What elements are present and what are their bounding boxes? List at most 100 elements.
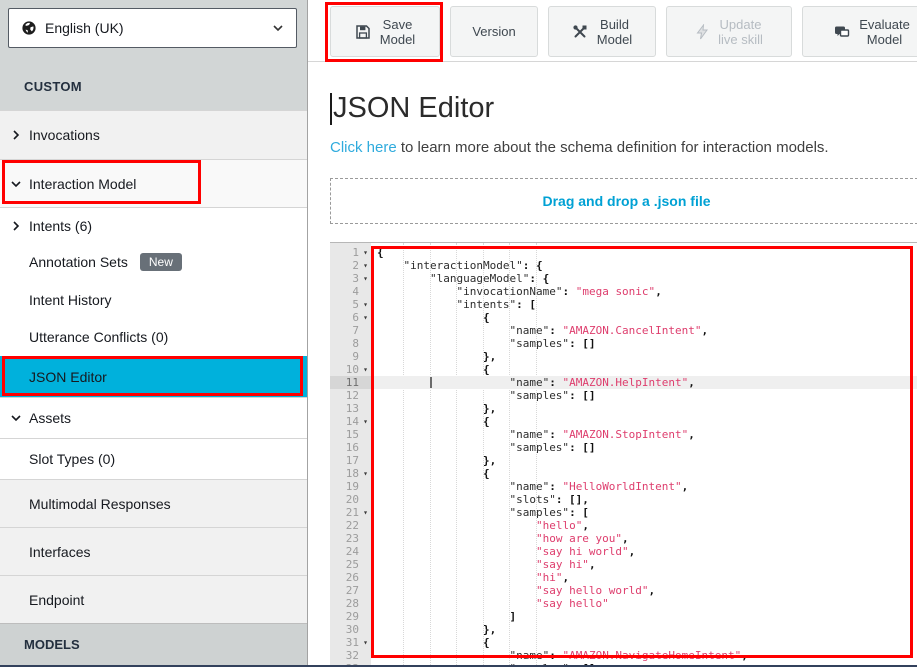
code-line[interactable]: "samples": []: [371, 337, 917, 350]
code-line[interactable]: "name": "AMAZON.NavigateHomeIntent",: [371, 649, 917, 662]
sidebar-item-endpoint[interactable]: Endpoint: [0, 575, 307, 623]
sidebar-item-label: Slot Types (0): [29, 451, 115, 467]
sidebar-item-interaction-model[interactable]: Interaction Model: [0, 159, 307, 207]
sidebar-item-intent-history[interactable]: Intent History: [0, 281, 307, 318]
editor-code[interactable]: { "interactionModel": { "languageModel":…: [371, 243, 917, 667]
code-line[interactable]: "say hello": [371, 597, 917, 610]
code-line[interactable]: "how are you",: [371, 532, 917, 545]
editor-gutter[interactable]: 1▾2▾3▾45▾6▾78910▾11121314▾15161718▾19202…: [330, 243, 371, 667]
dropzone-label: Drag and drop a .json file: [542, 193, 710, 209]
gutter-cell[interactable]: 4: [330, 285, 371, 298]
code-line[interactable]: "say hi",: [371, 558, 917, 571]
code-line[interactable]: "name": "AMAZON.HelpIntent",: [371, 376, 917, 389]
code-line[interactable]: {: [371, 311, 917, 324]
sidebar-item-multimodal-responses[interactable]: Multimodal Responses: [0, 479, 307, 527]
code-line[interactable]: },: [371, 350, 917, 363]
language-selector[interactable]: English (UK): [8, 8, 297, 48]
gutter-cell[interactable]: 6▾: [330, 311, 371, 324]
fold-arrow-icon[interactable]: ▾: [360, 415, 371, 428]
code-line[interactable]: "say hi world",: [371, 545, 917, 558]
save-model-button[interactable]: SaveModel: [330, 6, 440, 57]
gutter-cell[interactable]: 2▾: [330, 259, 371, 272]
fold-arrow-icon[interactable]: ▾: [360, 298, 371, 311]
sidebar-item-invocations[interactable]: Invocations: [0, 110, 307, 159]
code-line[interactable]: "invocationName": "mega sonic",: [371, 285, 917, 298]
gutter-cell[interactable]: 3▾: [330, 272, 371, 285]
gutter-cell[interactable]: 28: [330, 597, 371, 610]
gutter-cell[interactable]: 27: [330, 584, 371, 597]
version-button[interactable]: Version: [450, 6, 538, 57]
code-line[interactable]: {: [371, 636, 917, 649]
gutter-cell[interactable]: 32: [330, 649, 371, 662]
gutter-cell[interactable]: 22: [330, 519, 371, 532]
gutter-cell[interactable]: 13: [330, 402, 371, 415]
fold-arrow-icon[interactable]: ▾: [360, 259, 371, 272]
fold-arrow-icon[interactable]: ▾: [360, 272, 371, 285]
sidebar-item-annotation-sets[interactable]: Annotation Sets New: [0, 243, 307, 281]
gutter-cell[interactable]: 31▾: [330, 636, 371, 649]
code-line[interactable]: "samples": []: [371, 389, 917, 402]
gutter-cell[interactable]: 25: [330, 558, 371, 571]
gutter-cell[interactable]: 21▾: [330, 506, 371, 519]
gutter-cell[interactable]: 11: [330, 376, 371, 389]
gutter-cell[interactable]: 7: [330, 324, 371, 337]
gutter-cell[interactable]: 20: [330, 493, 371, 506]
code-line[interactable]: {: [371, 246, 917, 259]
sidebar-item-intents[interactable]: Intents (6): [0, 207, 307, 243]
evaluate-model-button[interactable]: EvaluateModel: [802, 6, 917, 57]
gutter-cell[interactable]: 26: [330, 571, 371, 584]
code-line[interactable]: {: [371, 467, 917, 480]
code-line[interactable]: "hi",: [371, 571, 917, 584]
sidebar-item-json-editor[interactable]: JSON Editor: [0, 356, 307, 397]
gutter-cell[interactable]: 5▾: [330, 298, 371, 311]
code-line[interactable]: "slots": [],: [371, 493, 917, 506]
gutter-cell[interactable]: 10▾: [330, 363, 371, 376]
gutter-cell[interactable]: 24: [330, 545, 371, 558]
sidebar-item-label: Multimodal Responses: [29, 496, 171, 512]
gutter-cell[interactable]: 9: [330, 350, 371, 363]
code-line[interactable]: },: [371, 623, 917, 636]
code-line[interactable]: "languageModel": {: [371, 272, 917, 285]
code-line[interactable]: {: [371, 363, 917, 376]
code-line[interactable]: "name": "HelloWorldIntent",: [371, 480, 917, 493]
gutter-cell[interactable]: 15: [330, 428, 371, 441]
sidebar-item-slot-types[interactable]: Slot Types (0): [0, 438, 307, 479]
gutter-cell[interactable]: 8: [330, 337, 371, 350]
gutter-cell[interactable]: 12: [330, 389, 371, 402]
fold-arrow-icon[interactable]: ▾: [360, 363, 371, 376]
code-line[interactable]: "name": "AMAZON.CancelIntent",: [371, 324, 917, 337]
gutter-cell[interactable]: 14▾: [330, 415, 371, 428]
fold-arrow-icon[interactable]: ▾: [360, 636, 371, 649]
gutter-cell[interactable]: 30: [330, 623, 371, 636]
fold-arrow-icon[interactable]: ▾: [360, 246, 371, 259]
gutter-cell[interactable]: 18▾: [330, 467, 371, 480]
click-here-link[interactable]: Click here: [330, 139, 397, 156]
fold-arrow-icon[interactable]: ▾: [360, 506, 371, 519]
code-line[interactable]: },: [371, 402, 917, 415]
gutter-cell[interactable]: 17: [330, 454, 371, 467]
json-dropzone[interactable]: Drag and drop a .json file: [330, 178, 917, 224]
code-line[interactable]: "say hello world",: [371, 584, 917, 597]
code-line[interactable]: "samples": []: [371, 441, 917, 454]
sidebar-header: English (UK) CUSTOM: [0, 0, 307, 110]
sidebar-item-interfaces[interactable]: Interfaces: [0, 527, 307, 575]
code-line[interactable]: "name": "AMAZON.StopIntent",: [371, 428, 917, 441]
sidebar-item-assets[interactable]: Assets: [0, 397, 307, 438]
code-line[interactable]: {: [371, 415, 917, 428]
fold-arrow-icon[interactable]: ▾: [360, 311, 371, 324]
build-model-button[interactable]: BuildModel: [548, 6, 656, 57]
gutter-cell[interactable]: 19: [330, 480, 371, 493]
code-line[interactable]: "interactionModel": {: [371, 259, 917, 272]
gutter-cell[interactable]: 1▾: [330, 246, 371, 259]
gutter-cell[interactable]: 23: [330, 532, 371, 545]
code-line[interactable]: "hello",: [371, 519, 917, 532]
code-line[interactable]: },: [371, 454, 917, 467]
gutter-cell[interactable]: 29: [330, 610, 371, 623]
update-live-skill-button[interactable]: Updatelive skill: [666, 6, 792, 57]
gutter-cell[interactable]: 16: [330, 441, 371, 454]
fold-arrow-icon[interactable]: ▾: [360, 467, 371, 480]
sidebar-item-utterance-conflicts[interactable]: Utterance Conflicts (0): [0, 318, 307, 356]
code-line[interactable]: "samples": [: [371, 506, 917, 519]
code-line[interactable]: "intents": [: [371, 298, 917, 311]
code-line[interactable]: ]: [371, 610, 917, 623]
